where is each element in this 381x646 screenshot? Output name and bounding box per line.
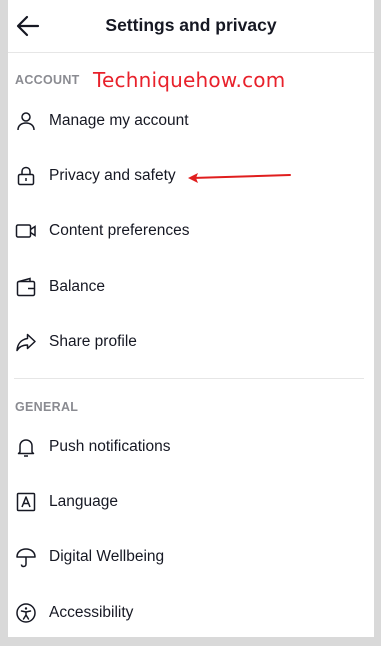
settings-item-accessibility[interactable]: Accessibility (8, 589, 374, 637)
accessibility-icon (14, 601, 38, 625)
header: Settings and privacy (8, 0, 374, 53)
settings-item-label: Share profile (49, 333, 137, 350)
lock-icon (14, 164, 38, 188)
settings-item-balance[interactable]: Balance (8, 263, 374, 311)
language-icon (14, 490, 38, 514)
settings-item-content-preferences[interactable]: Content preferences (8, 207, 374, 255)
settings-item-label: Content preferences (49, 222, 190, 239)
settings-item-language[interactable]: Language (8, 478, 374, 526)
video-icon (14, 219, 38, 243)
bell-icon (14, 435, 38, 459)
page-title: Settings and privacy (105, 15, 277, 35)
share-icon (14, 330, 38, 354)
settings-item-digital-wellbeing[interactable]: Digital Wellbeing (8, 533, 374, 581)
settings-item-share-profile[interactable]: Share profile (8, 318, 374, 366)
settings-item-label: Manage my account (49, 112, 189, 129)
section-label-general: GENERAL (15, 400, 79, 414)
settings-item-label: Push notifications (49, 438, 171, 455)
person-icon (14, 109, 38, 133)
umbrella-icon (14, 545, 38, 569)
section-divider (14, 378, 364, 379)
settings-item-label: Digital Wellbeing (49, 548, 165, 565)
wallet-icon (14, 275, 38, 299)
settings-item-push-notifications[interactable]: Push notifications (8, 423, 374, 471)
settings-item-label: Accessibility (49, 604, 134, 621)
section-label-account: ACCOUNT (15, 73, 80, 87)
settings-item-manage-account[interactable]: Manage my account (8, 97, 374, 145)
settings-item-label: Balance (49, 278, 106, 295)
settings-item-label: Privacy and safety (49, 167, 176, 184)
watermark-text: Techniquehow.com (93, 68, 286, 92)
settings-item-label: Language (49, 493, 118, 510)
settings-panel: Settings and privacy ACCOUNT Techniqueho… (8, 0, 374, 637)
annotation-arrow (188, 173, 291, 183)
